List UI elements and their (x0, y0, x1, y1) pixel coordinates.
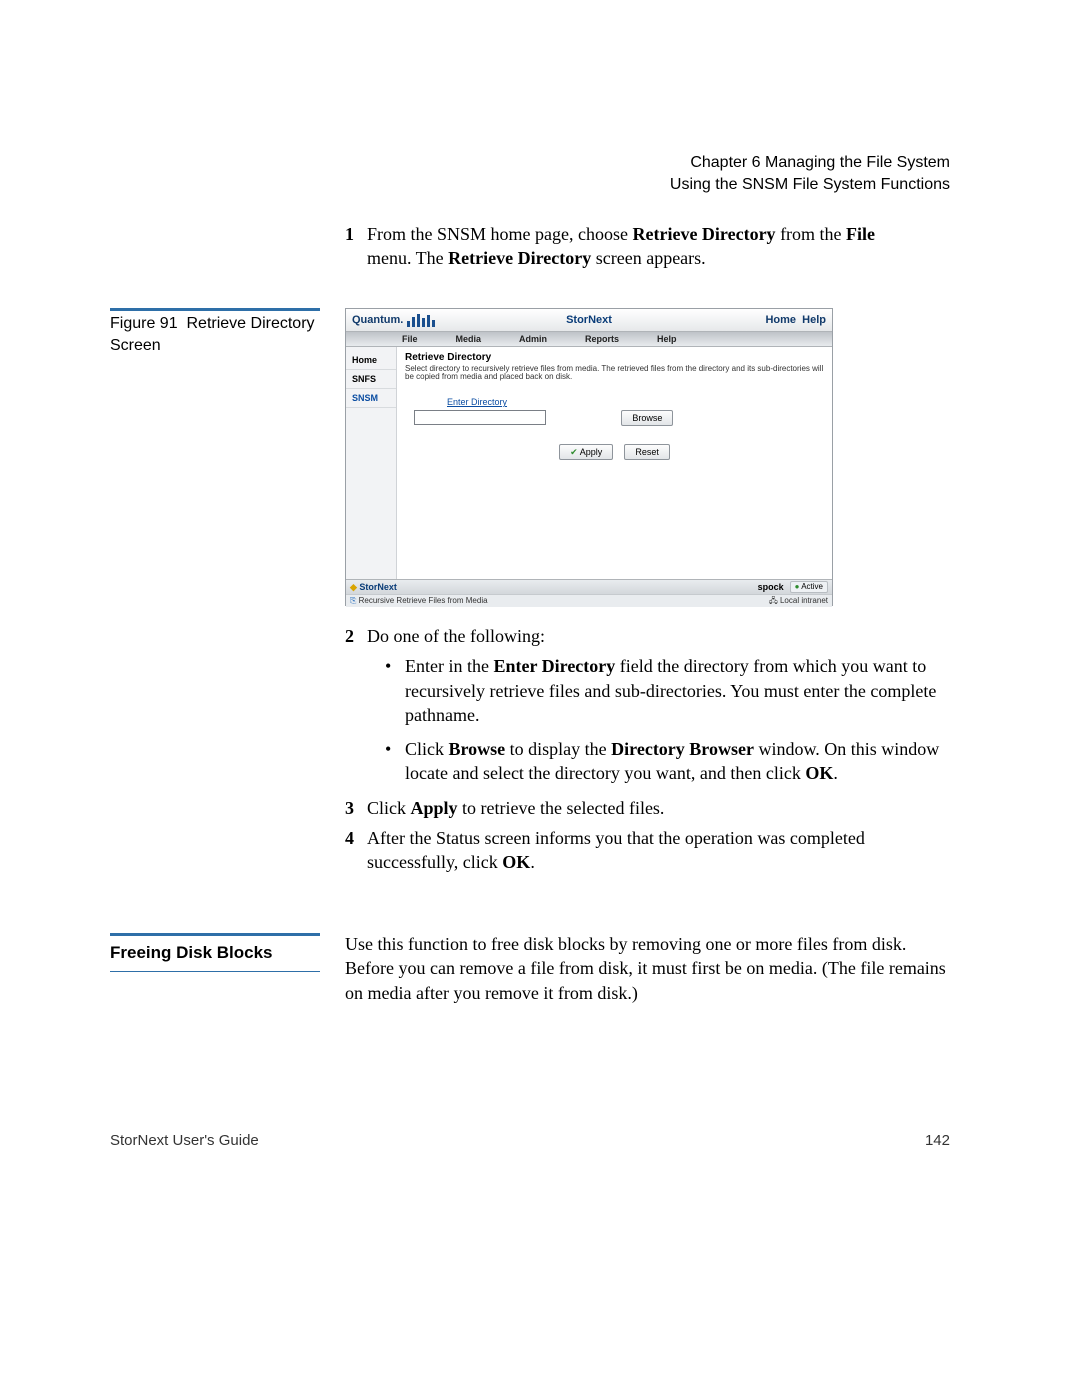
main-panel: Retrieve Directory Select directory to r… (397, 347, 832, 579)
brand-graphic-icon (407, 313, 435, 327)
figure-caption: Figure 91 Retrieve Directory Screen (110, 308, 320, 356)
browser-status-bar: Recursive Retrieve Files from Media Loca… (346, 594, 832, 607)
step-text: After the Status screen informs you that… (367, 826, 950, 875)
menu-admin[interactable]: Admin (519, 333, 547, 345)
bullet-text: Click Browse to display the Directory Br… (405, 737, 950, 786)
step-number: 3 (345, 796, 367, 820)
step-number: 2 (345, 624, 367, 648)
host-name: spock (758, 581, 784, 593)
bullet-icon: • (385, 737, 405, 786)
step-1: 1 From the SNSM home page, choose Retrie… (345, 222, 950, 277)
footer-guide: StorNext User's Guide (110, 1131, 259, 1151)
section-line: Using the SNSM File System Functions (670, 174, 950, 196)
page-footer: StorNext User's Guide 142 (110, 1131, 950, 1151)
sidebar-item-home[interactable]: Home (346, 351, 396, 370)
menu-bar: File Media Admin Reports Help (346, 332, 832, 347)
footer-brand: StorNext (350, 581, 397, 593)
enter-directory-input[interactable] (414, 410, 546, 425)
status-right: Local intranet (769, 596, 828, 607)
status-left: Recursive Retrieve Files from Media (350, 596, 488, 607)
brand-logo: Quantum. (346, 313, 403, 328)
chapter-line: Chapter 6 Managing the File System (670, 152, 950, 174)
enter-directory-label: Enter Directory (447, 397, 507, 407)
step-text: From the SNSM home page, choose Retrieve… (367, 222, 950, 271)
home-link[interactable]: Home (765, 314, 796, 326)
panel-description: Select directory to recursively retrieve… (405, 365, 824, 383)
app-footer: StorNext spock Active (346, 579, 832, 594)
sidebar: Home SNFS SNSM (346, 347, 397, 579)
help-link[interactable]: Help (802, 314, 826, 326)
section-body: Use this function to free disk blocks by… (345, 932, 950, 1005)
retrieve-directory-screenshot: Quantum. StorNext Home Help File Media A… (345, 308, 833, 606)
apply-button[interactable]: Apply (559, 444, 613, 460)
bullet-icon: • (385, 654, 405, 727)
bullet-text: Enter in the Enter Directory field the d… (405, 654, 950, 727)
footer-page-number: 142 (925, 1131, 950, 1151)
reset-button[interactable]: Reset (624, 444, 670, 460)
browse-button[interactable]: Browse (621, 410, 673, 426)
step-text: Do one of the following: (367, 624, 950, 648)
menu-reports[interactable]: Reports (585, 333, 619, 345)
menu-help[interactable]: Help (657, 333, 677, 345)
menu-file[interactable]: File (402, 333, 418, 345)
step-number: 1 (345, 222, 367, 271)
sidebar-item-snfs[interactable]: SNFS (346, 370, 396, 389)
step-text: Click Apply to retrieve the selected fil… (367, 796, 950, 820)
panel-title: Retrieve Directory (405, 351, 824, 365)
app-header: Quantum. StorNext Home Help (346, 309, 832, 332)
section-title-freeing-disk-blocks: Freeing Disk Blocks (110, 933, 320, 972)
menu-media[interactable]: Media (456, 333, 482, 345)
status-active-badge: Active (790, 581, 828, 594)
sidebar-item-snsm[interactable]: SNSM (346, 389, 396, 408)
page-header: Chapter 6 Managing the File System Using… (670, 152, 950, 195)
step-number: 4 (345, 826, 367, 875)
steps-2-4: 2 Do one of the following: • Enter in th… (345, 624, 950, 881)
